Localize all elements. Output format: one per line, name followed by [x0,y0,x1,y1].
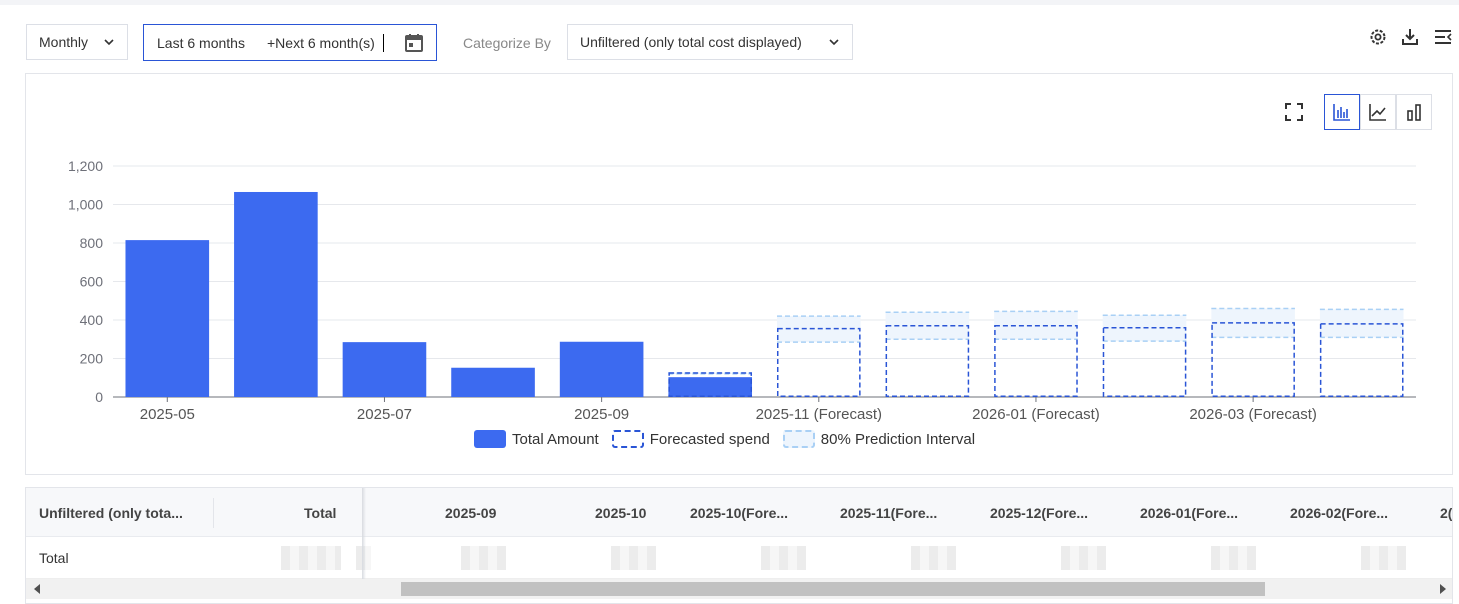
cost-table: Unfiltered (only tota... Total 2025-09 2… [25,487,1453,604]
line-chart-toggle[interactable] [1360,94,1396,130]
x-tick-label: 2025-11 (Forecast) [756,406,882,423]
granularity-value: Monthly [39,34,89,50]
redacted-value [1061,546,1106,570]
column-header[interactable]: 2025-10(Fore... [690,505,788,521]
bar-total [342,342,427,397]
redacted-value [611,546,656,570]
redacted-value [911,546,956,570]
chevron-down-icon [829,39,839,46]
date-range-forecast: +Next 6 month(s) [267,35,375,51]
x-tick-label: 2026-03 (Forecast) [1189,406,1317,423]
legend-item-interval[interactable]: 80% Prediction Interval [782,430,976,448]
x-tick-label: 2026-01 (Forecast) [972,406,1100,423]
settings-icon[interactable] [1368,27,1388,47]
chevron-down-icon [104,39,114,46]
redacted-value [1211,546,1256,570]
bar-total [234,191,318,397]
cost-chart: 0 200 400 600 800 1,000 1,200 2025-05 2025-07 202… [68,158,1416,423]
y-tick-label: 800 [80,235,104,251]
y-tick-label: 200 [80,351,104,367]
collapse-menu-icon[interactable] [1433,27,1453,47]
date-range-picker[interactable]: Last 6 months +Next 6 month(s) [143,24,437,61]
chart-panel: 0 200 400 600 800 1,000 1,200 2025-05 2025-07 202… [25,73,1453,475]
y-tick-label: 600 [80,274,104,290]
column-chart-icon [1407,104,1421,121]
column-header[interactable]: 2025-09 [445,505,496,521]
calendar-icon[interactable] [404,33,424,53]
y-tick-label: 1,000 [68,197,103,213]
scroll-right-icon[interactable] [1440,584,1446,594]
scroll-left-icon[interactable] [34,584,40,594]
column-header[interactable]: 2025-11(Fore... [840,505,937,521]
categorize-select[interactable]: Unfiltered (only total cost displayed) [567,24,853,60]
table-row: Total [26,537,1452,579]
y-tick-label: 0 [95,389,103,405]
legend-label-interval: 80% Prediction Interval [820,430,976,448]
categorize-label: Categorize By [463,35,551,51]
download-icon[interactable] [1400,27,1420,47]
legend-item-forecast[interactable]: Forecasted spend [611,430,770,448]
bar-total [125,240,210,397]
column-divider [213,498,214,528]
line-chart-icon [1369,104,1386,121]
chart-tools [1276,94,1432,130]
fullscreen-button[interactable] [1276,94,1312,130]
redacted-value [281,546,341,570]
fixed-column-shadow [362,488,366,579]
bar-total [559,341,644,397]
date-range-start: Last 6 months [157,35,245,51]
x-tick-label: 2025-05 [140,406,195,423]
y-tick-label: 1,200 [68,158,103,174]
page: Monthly Last 6 months +Next 6 month(s) C… [0,5,1459,604]
row-label: Total [39,550,69,566]
legend-label-forecast: Forecasted spend [649,430,770,448]
bar-total [668,377,753,397]
toolbar: Monthly Last 6 months +Next 6 month(s) C… [0,5,1459,75]
scrollbar-thumb[interactable] [401,582,1265,596]
categorize-value: Unfiltered (only total cost displayed) [580,34,802,50]
y-tick-label: 400 [80,312,104,328]
legend-swatch-total [474,430,506,448]
table-header: Unfiltered (only tota... Total 2025-09 2… [26,488,1452,537]
column-header[interactable]: 2( [1440,505,1452,521]
column-header[interactable]: Unfiltered (only tota... [39,505,183,521]
bar-chart-icon [1333,104,1350,121]
column-header[interactable]: Total [304,505,336,521]
legend-label-total: Total Amount [512,430,599,448]
legend-item-total[interactable]: Total Amount [474,430,599,448]
redacted-value [1361,546,1406,570]
chart-legend: Total Amount Forecasted spend 80% Predic… [474,430,988,448]
redacted-value [461,546,506,570]
fullscreen-icon [1285,103,1303,121]
x-tick-label: 2025-07 [357,406,412,423]
column-header[interactable]: 2025-12(Fore... [990,505,1088,521]
granularity-select[interactable]: Monthly [26,24,128,60]
bar-total [451,367,535,397]
x-tick-label: 2025-09 [574,406,629,423]
horizontal-scrollbar[interactable] [26,579,1452,599]
column-header[interactable]: 2026-01(Fore... [1140,505,1238,521]
bar-chart-toggle[interactable] [1324,94,1360,130]
column-header[interactable]: 2026-02(Fore... [1290,505,1388,521]
column-chart-toggle[interactable] [1396,94,1432,130]
redacted-value [761,546,806,570]
legend-swatch-forecast [611,430,644,448]
legend-swatch-interval [782,430,815,448]
text-caret [383,34,384,52]
column-header[interactable]: 2025-10 [595,505,646,521]
